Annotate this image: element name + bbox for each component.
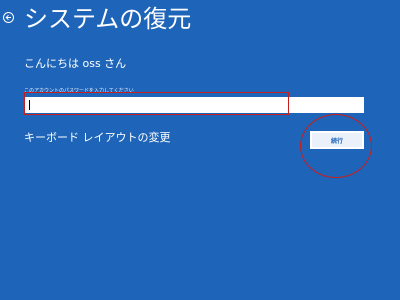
system-restore-screen: システムの復元 こんにちは oss さん このアカウントのパスワードを入力してく…: [0, 0, 400, 300]
page-title: システムの復元: [24, 5, 192, 33]
back-arrow-icon: [5, 14, 11, 21]
text-caret: [29, 100, 30, 110]
password-field-label: このアカウントのパスワードを入力してください: [24, 88, 134, 94]
back-button[interactable]: [3, 12, 14, 23]
continue-button[interactable]: 続行: [310, 131, 364, 149]
password-input[interactable]: [24, 97, 364, 113]
user-greeting: こんにちは oss さん: [24, 57, 127, 70]
change-keyboard-layout-link[interactable]: キーボード レイアウトの変更: [24, 131, 171, 145]
